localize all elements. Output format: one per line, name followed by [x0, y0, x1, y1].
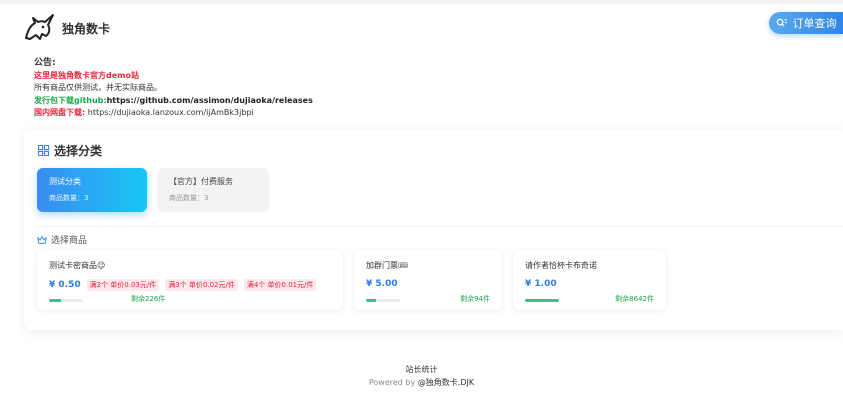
product-price: ¥ 0.50: [49, 280, 81, 290]
category-item-test[interactable]: 测试分类 商品数量：3: [37, 168, 147, 212]
wholesale-tag: 满3个 单价0.02元/件: [165, 279, 238, 291]
powered-by: Powered by @独角数卡.DJK: [0, 377, 843, 388]
github-label: 发行包下载github:: [34, 95, 107, 105]
product-price: ¥ 5.00: [366, 279, 398, 289]
wholesale-tag: 满2个 单价0.03元/件: [86, 279, 160, 291]
product-name: 请作者恰杯卡布奇诺: [525, 261, 597, 270]
order-query-label: 订单查询: [792, 17, 837, 30]
stock-bar: [525, 299, 559, 302]
product-section-label: 选择商品: [51, 236, 88, 246]
crown-icon: [37, 235, 47, 244]
category-count: 商品数量：3: [169, 194, 209, 202]
search-list-icon: [776, 18, 787, 27]
stock-text: 剩余94件: [460, 295, 490, 303]
netdisk-label: 国内网盘下载:: [34, 108, 86, 117]
category-item-official[interactable]: 【官方】付费服务 商品数量：3: [157, 168, 269, 212]
order-query-button[interactable]: 订单查询: [769, 12, 843, 34]
stock-text: 剩余8642件: [615, 295, 654, 303]
site-stats-link[interactable]: 站长统计: [0, 364, 843, 375]
announcement-heading: 公告:: [34, 58, 56, 68]
product-section-title: 选择商品: [37, 233, 87, 246]
product-name: 加群门票🎟: [366, 261, 409, 270]
announcement-line: 这里是独角数卡官方demo站: [34, 70, 139, 80]
top-border: [0, 0, 843, 4]
product-card-coffee[interactable]: 请作者恰杯卡布奇诺 ¥ 1.00 剩余8642件: [513, 250, 666, 310]
category-section-label: 选择分类: [54, 144, 103, 158]
stock-bar: [366, 299, 400, 302]
stock-bar: [49, 299, 83, 302]
product-name: 测试卡密商品😉: [49, 261, 106, 270]
stock-bar-fill: [49, 299, 61, 302]
announcement: 公告: 这里是独角数卡官方demo站 所有商品仅供测试，并无实际商品。 发行包下…: [34, 57, 313, 120]
category-section-title: 选择分类: [38, 142, 102, 159]
brand-name[interactable]: 独角数卡: [62, 20, 110, 37]
stock-text: 剩余226件: [131, 295, 166, 303]
divider: [37, 226, 843, 227]
shop-card: 选择分类 测试分类 商品数量：3 【官方】付费服务 商品数量：3 选择商品 测试…: [24, 130, 843, 330]
wholesale-tag: 满4个 单价0.01元/件: [243, 279, 317, 291]
powered-by-link[interactable]: @独角数卡.DJK: [418, 378, 474, 387]
product-price: ¥ 1.00: [525, 279, 557, 289]
category-name: 测试分类: [49, 177, 81, 186]
unicorn-logo-icon[interactable]: [22, 12, 56, 42]
product-card-test-card[interactable]: 测试卡密商品😉 ¥ 0.50 满2个 单价0.03元/件 满3个 单价0.02元…: [37, 250, 343, 310]
product-card-group-ticket[interactable]: 加群门票🎟 ¥ 5.00 剩余94件: [354, 250, 502, 310]
category-name: 【官方】付费服务: [169, 177, 233, 186]
stock-bar-fill: [525, 299, 559, 302]
grid-icon: [38, 145, 49, 156]
powered-prefix: Powered by: [368, 378, 416, 387]
netdisk-link[interactable]: https://dujiaoka.lanzoux.com/ijAmBk3jbpi: [88, 108, 254, 117]
stock-bar-fill: [366, 299, 377, 302]
category-count: 商品数量：3: [49, 194, 89, 202]
announcement-line: 所有商品仅供测试，并无实际商品。: [34, 83, 162, 92]
github-link[interactable]: https://github.com/assimon/dujiaoka/rele…: [107, 96, 313, 105]
